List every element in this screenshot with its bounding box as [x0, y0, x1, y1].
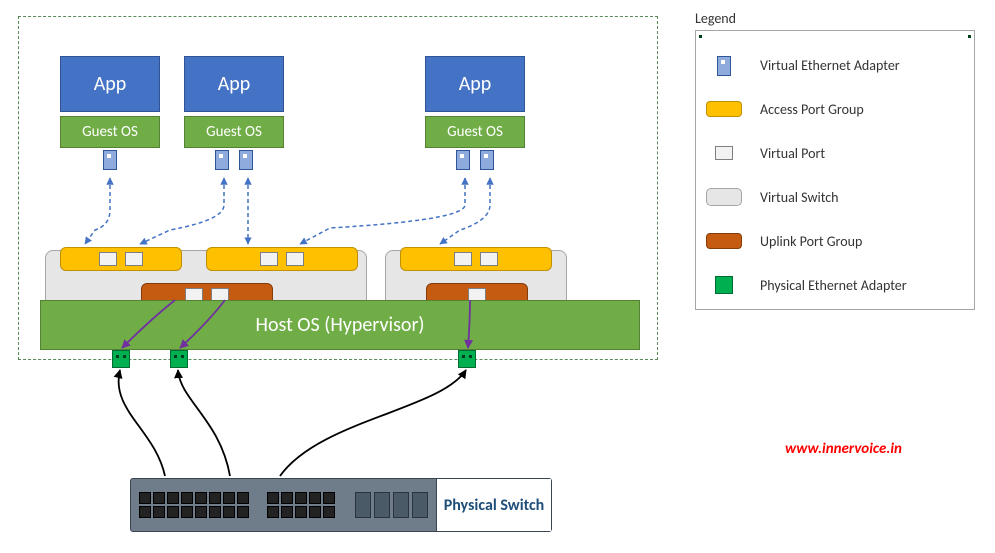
- legend-row-vport: Virtual Port: [706, 131, 964, 175]
- legend-row-veth: Virtual Ethernet Adapter: [706, 43, 964, 87]
- switch-sfp-block: [355, 492, 428, 518]
- legend-label: Virtual Switch: [760, 189, 839, 206]
- physical-ethernet-adapter-icon: [170, 350, 188, 368]
- virtual-port-icon: [454, 252, 472, 266]
- access-port-group: [60, 247, 182, 271]
- physical-ethernet-adapter-icon: [458, 350, 476, 368]
- guest-os-box: Guest OS: [60, 116, 160, 148]
- physical-ethernet-adapter-icon: [112, 350, 130, 368]
- access-port-group: [400, 247, 552, 271]
- vm-stack-3: App Guest OS: [425, 56, 525, 170]
- legend-label: Access Port Group: [760, 101, 864, 118]
- physical-switch-label: Physical Switch: [436, 479, 551, 531]
- watermark-text: www.innervoice.in: [785, 440, 902, 458]
- legend-label: Uplink Port Group: [760, 233, 862, 250]
- virtual-port-icon: [286, 252, 304, 266]
- vm-stack-1: App Guest OS: [60, 56, 160, 170]
- virtual-port-icon: [125, 252, 143, 266]
- legend-row-peth: Physical Ethernet Adapter: [706, 263, 964, 307]
- veth-row: [60, 148, 160, 170]
- physical-link: [178, 370, 230, 476]
- virtual-port-icon: [480, 252, 498, 266]
- veth-row: [425, 148, 525, 170]
- switch-port-block: [267, 487, 347, 523]
- guest-os-box: Guest OS: [425, 116, 525, 148]
- legend-label: Virtual Ethernet Adapter: [760, 57, 900, 74]
- physical-ethernet-adapter-icon: [715, 276, 733, 294]
- legend-box: Virtual Ethernet Adapter Access Port Gro…: [695, 30, 975, 310]
- access-port-group-icon: [706, 101, 742, 117]
- legend-row-uplink: Uplink Port Group: [706, 219, 964, 263]
- guest-os-box: Guest OS: [184, 116, 284, 148]
- virtual-port-icon: [99, 252, 117, 266]
- virtual-ethernet-adapter-icon: [215, 150, 229, 170]
- virtual-ethernet-adapter-icon: [456, 150, 470, 170]
- app-box: App: [60, 56, 160, 112]
- virtual-ethernet-adapter-icon: [239, 150, 253, 170]
- app-box: App: [184, 56, 284, 112]
- physical-switch: Physical Switch: [130, 478, 552, 532]
- physical-link: [119, 370, 165, 476]
- switch-port-block: [139, 487, 259, 523]
- access-port-group: [206, 247, 358, 271]
- host-os-box: Host OS (Hypervisor): [40, 300, 640, 350]
- virtual-switch-icon: [706, 188, 742, 206]
- physical-link: [280, 370, 466, 476]
- legend-title: Legend: [695, 10, 736, 27]
- uplink-port-group-icon: [706, 233, 742, 249]
- legend-label: Virtual Port: [760, 145, 825, 162]
- legend-row-access: Access Port Group: [706, 87, 964, 131]
- virtual-port-icon: [260, 252, 278, 266]
- virtual-ethernet-adapter-icon: [480, 150, 494, 170]
- legend-row-vswitch: Virtual Switch: [706, 175, 964, 219]
- virtual-ethernet-adapter-icon: [103, 150, 117, 170]
- virtual-port-icon: [715, 146, 733, 160]
- app-box: App: [425, 56, 525, 112]
- vm-stack-2: App Guest OS: [184, 56, 284, 170]
- virtual-ethernet-adapter-icon: [717, 56, 731, 76]
- veth-row: [184, 148, 284, 170]
- legend-label: Physical Ethernet Adapter: [760, 277, 907, 294]
